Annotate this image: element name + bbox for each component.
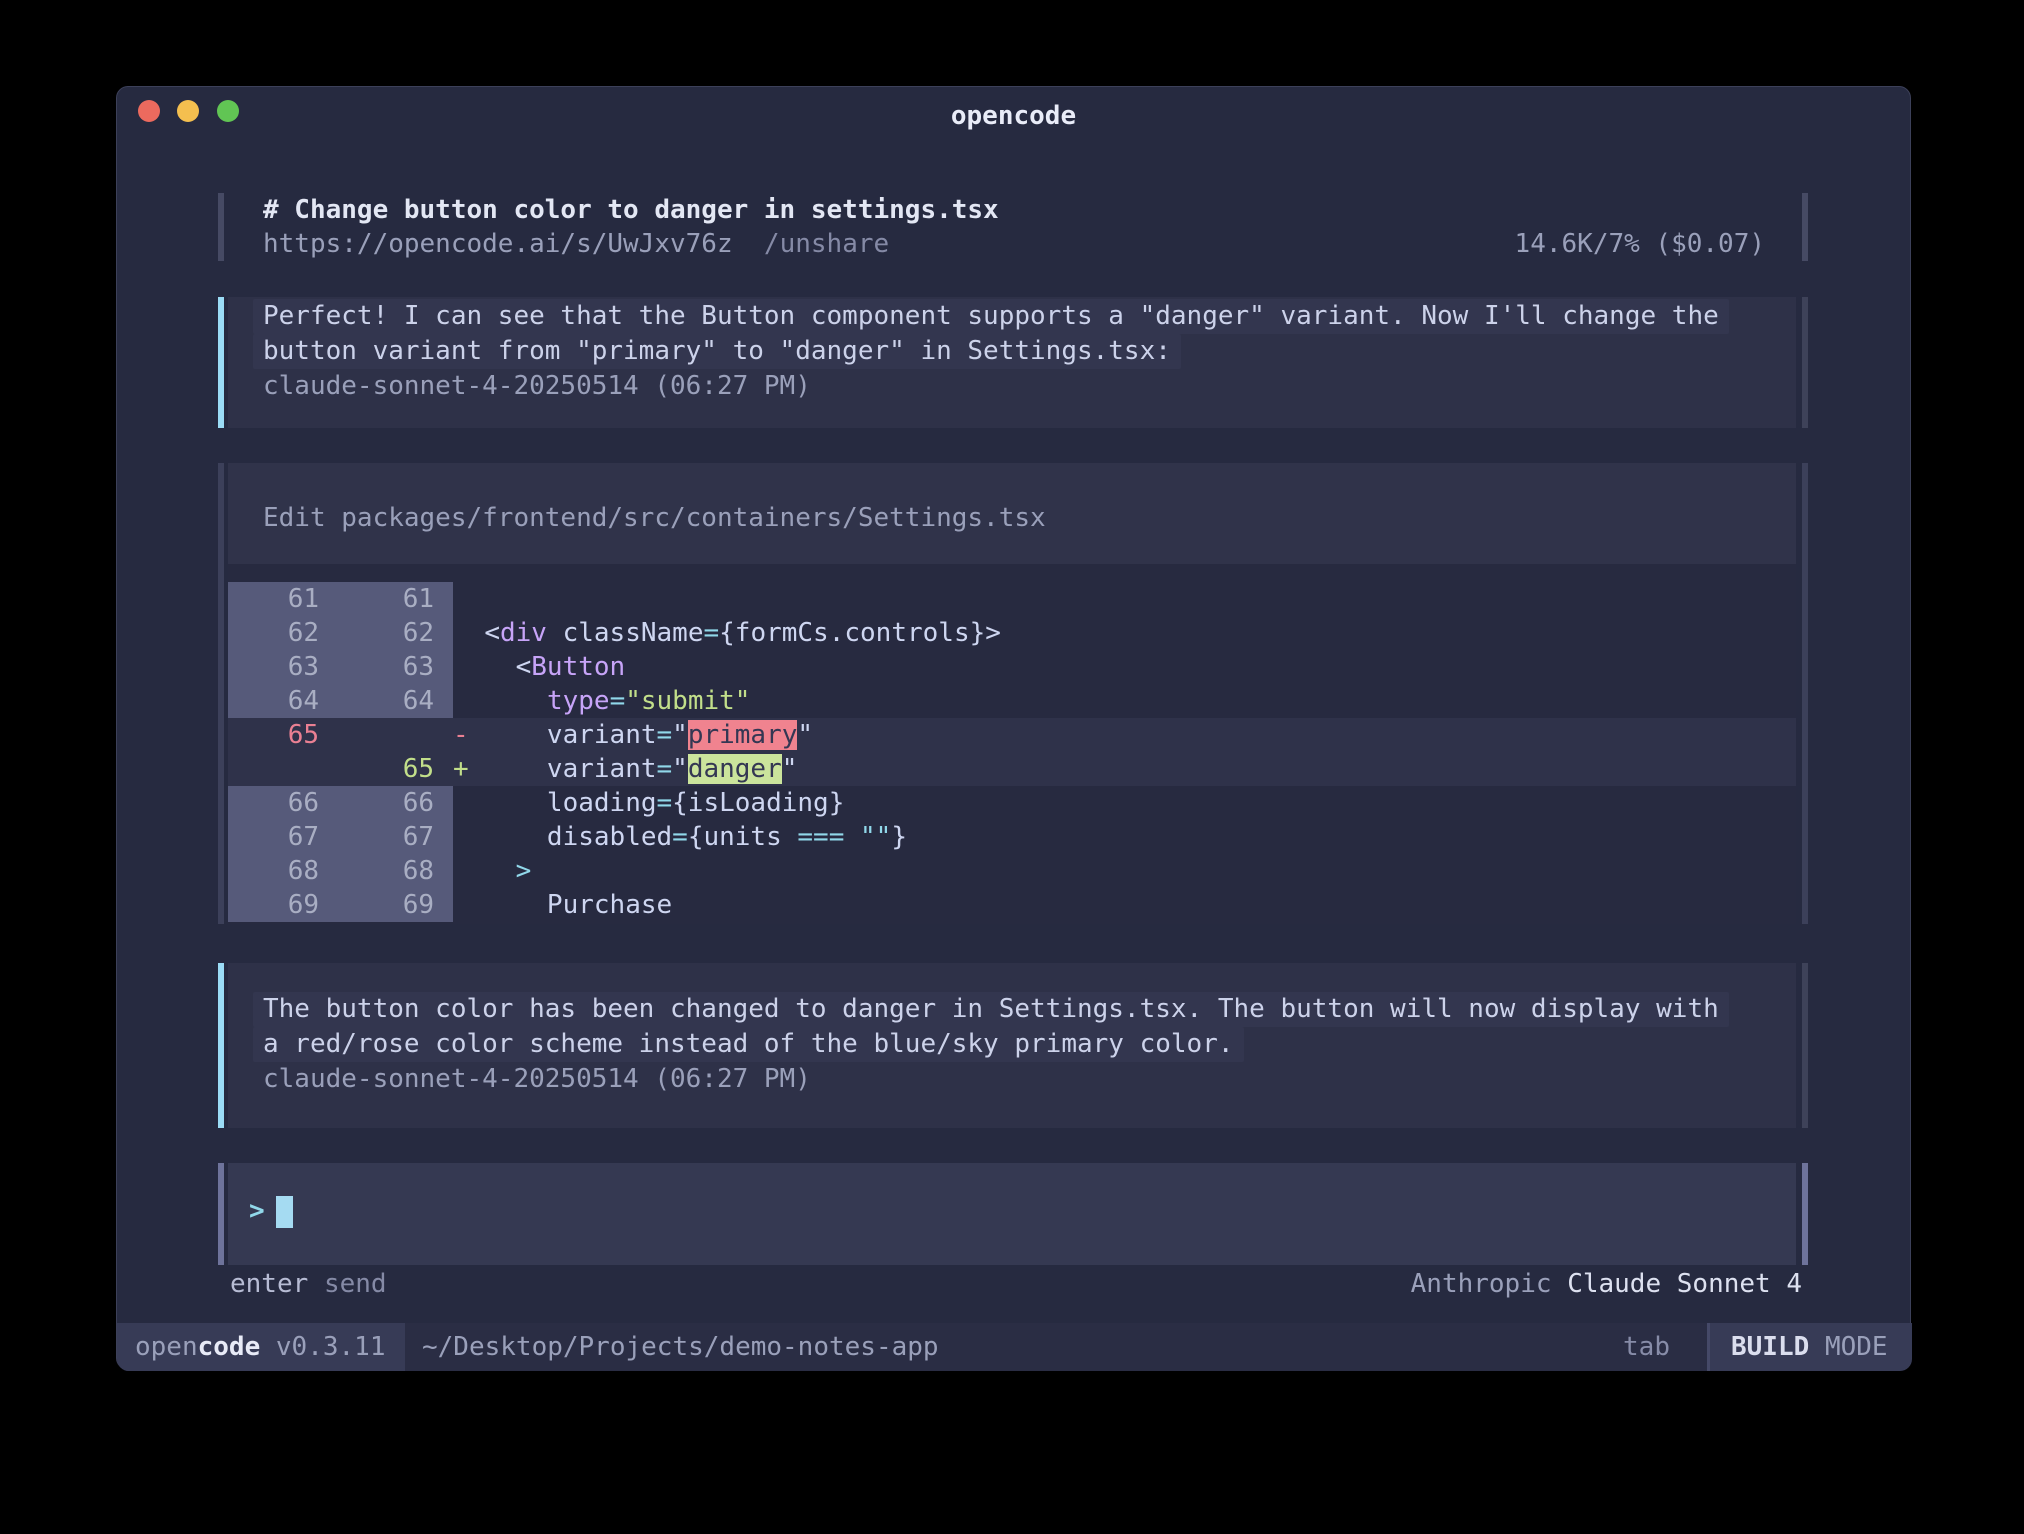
session-title: # Change button color to danger in setti… <box>263 193 999 227</box>
diff-row: 6363 <Button <box>228 650 1796 684</box>
tab-keybind-hint[interactable]: tab <box>1623 1323 1670 1371</box>
diff-view: 6161 6262 <div className={formCs.control… <box>228 564 1796 924</box>
diff-line-number-old: 67 <box>228 820 341 854</box>
diff-code-line: <Button <box>453 650 1796 684</box>
diff-line-number-new: 63 <box>341 650 453 684</box>
message-text-line: button variant from "primary" to "danger… <box>253 334 1796 369</box>
diff-code-line: type="submit" <box>453 684 1796 718</box>
diff-change-sign <box>453 686 484 716</box>
diff-code-line: loading={isLoading} <box>453 786 1796 820</box>
header-right-border <box>1802 193 1808 261</box>
opencode-terminal-window: opencode # Change button color to danger… <box>116 86 1911 1370</box>
diff-row: 6666 loading={isLoading} <box>228 786 1796 820</box>
diff-line-number-new: 69 <box>341 888 453 922</box>
text-cursor <box>276 1196 293 1228</box>
diff-code-line: - variant="primary" <box>453 718 1796 752</box>
mode-indicator[interactable]: BUILD MODE <box>1710 1323 1912 1371</box>
diff-line-number-old: 68 <box>228 854 341 888</box>
diff-line-number-new: 65 <box>341 752 453 786</box>
diff-row: 6767 disabled={units === ""} <box>228 820 1796 854</box>
diff-line-number-new: 61 <box>341 582 453 616</box>
message-text-line: a red/rose color scheme instead of the b… <box>253 1027 1796 1062</box>
diff-line-number-old: 61 <box>228 582 341 616</box>
diff-line-number-old: 64 <box>228 684 341 718</box>
diff-change-sign: - <box>453 720 484 750</box>
edit-tool-block: Edit packages/frontend/src/containers/Se… <box>228 463 1796 924</box>
message-right-border <box>1802 963 1808 1128</box>
diff-row: 6262 <div className={formCs.controls}> <box>228 616 1796 650</box>
diff-change-sign <box>453 822 484 852</box>
window-title: opencode <box>117 99 1910 133</box>
edit-file-path: Edit packages/frontend/src/containers/Se… <box>228 463 1796 535</box>
message-model-timestamp: claude-sonnet-4-20250514 (06:27 PM) <box>253 369 1796 404</box>
diff-line-number-new <box>341 718 453 752</box>
diff-change-sign <box>453 856 484 886</box>
share-url[interactable]: https://opencode.ai/s/UwJxv76z <box>263 229 733 259</box>
diff-line-number-old: 69 <box>228 888 341 922</box>
diff-line-number-new: 62 <box>341 616 453 650</box>
prompt-right-border <box>1802 1163 1808 1265</box>
hints-row: enter send Anthropic Claude Sonnet 4 <box>117 1267 1910 1301</box>
diff-row: 6161 <box>228 582 1796 616</box>
edit-right-border <box>1802 463 1808 924</box>
diff-change-sign <box>453 584 484 614</box>
diff-rows: 6161 6262 <div className={formCs.control… <box>228 582 1796 922</box>
message-text-line: The button color has been changed to dan… <box>253 992 1796 1027</box>
message-right-border <box>1802 297 1808 428</box>
model-indicator: Anthropic Claude Sonnet 4 <box>1411 1267 1802 1301</box>
diff-change-sign <box>453 652 484 682</box>
diff-change-sign <box>453 788 484 818</box>
diff-row: 6969 Purchase <box>228 888 1796 922</box>
app-version-segment: opencode v0.3.11 <box>117 1323 405 1371</box>
message-model-timestamp: claude-sonnet-4-20250514 (06:27 PM) <box>253 1062 1796 1097</box>
diff-line-number-new: 68 <box>341 854 453 888</box>
diff-code-line: disabled={units === ""} <box>453 820 1796 854</box>
share-row: https://opencode.ai/s/UwJxv76z /unshare <box>263 227 889 261</box>
diff-line-number-new: 64 <box>341 684 453 718</box>
prompt-symbol: > <box>249 1194 265 1228</box>
diff-change-sign <box>453 618 484 648</box>
diff-code-line: > <box>453 854 1796 888</box>
prompt-left-border <box>218 1163 224 1265</box>
status-bar: opencode v0.3.11 ~/Desktop/Projects/demo… <box>117 1323 1910 1371</box>
message-accent-border <box>218 963 224 1128</box>
message-accent-border <box>218 297 224 428</box>
diff-change-sign: + <box>453 754 484 784</box>
diff-line-number-old: 63 <box>228 650 341 684</box>
diff-line-number-old: 65 <box>228 718 341 752</box>
diff-line-number-old: 62 <box>228 616 341 650</box>
diff-code-line: <div className={formCs.controls}> <box>453 616 1796 650</box>
diff-line-number-old: 66 <box>228 786 341 820</box>
diff-row: 6464 type="submit" <box>228 684 1796 718</box>
diff-line-number-new: 67 <box>341 820 453 854</box>
header-left-border <box>218 193 224 261</box>
working-directory: ~/Desktop/Projects/demo-notes-app <box>422 1323 939 1371</box>
prompt-input[interactable]: > <box>228 1163 1796 1265</box>
enter-hint: enter send <box>230 1267 387 1301</box>
edit-left-border <box>218 463 224 924</box>
diff-row: 65 - variant="primary" <box>228 718 1796 752</box>
edit-tool-header: Edit packages/frontend/src/containers/Se… <box>228 463 1796 564</box>
diff-row: 65+ variant="danger" <box>228 752 1796 786</box>
diff-code-line: + variant="danger" <box>453 752 1796 786</box>
diff-code-line <box>453 582 1796 616</box>
message-text-line: Perfect! I can see that the Button compo… <box>253 299 1796 334</box>
token-cost-stats: 14.6K/7% ($0.07) <box>1515 227 1765 261</box>
diff-line-number-old <box>228 752 341 786</box>
unshare-command: /unshare <box>764 229 889 259</box>
diff-row: 6868 > <box>228 854 1796 888</box>
assistant-message: The button color has been changed to dan… <box>228 963 1796 1128</box>
titlebar: opencode <box>117 87 1910 143</box>
diff-line-number-new: 66 <box>341 786 453 820</box>
diff-code-line: Purchase <box>453 888 1796 922</box>
diff-change-sign <box>453 890 484 920</box>
assistant-message: Perfect! I can see that the Button compo… <box>228 297 1796 428</box>
